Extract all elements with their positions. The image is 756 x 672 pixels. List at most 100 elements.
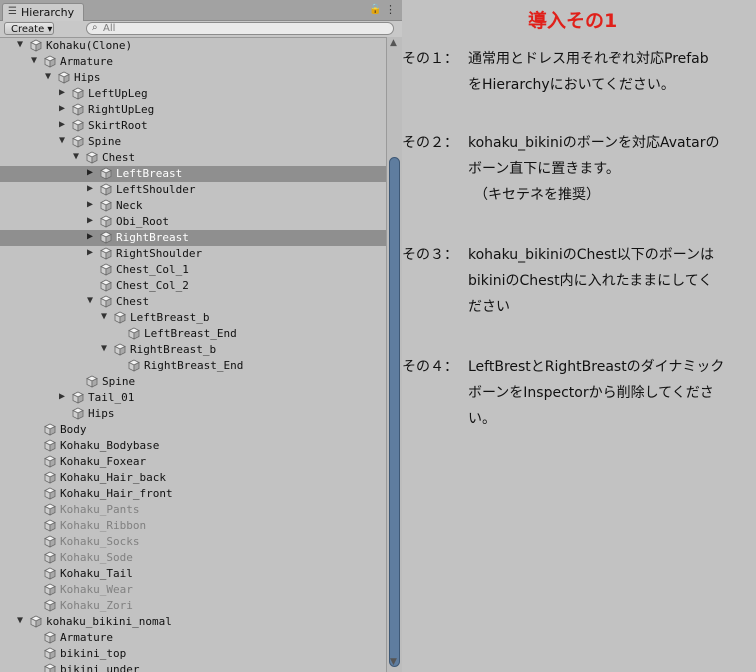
expand-down-icon[interactable]: ▼ — [45, 71, 51, 82]
gameobject-cube-icon — [100, 167, 112, 180]
hierarchy-tab-bar: ☰ Hierarchy 🔒 ⋮ — [0, 0, 402, 21]
list-icon: ☰ — [8, 6, 17, 17]
hierarchy-row[interactable]: ▶ Obi_Root — [0, 214, 386, 230]
expand-down-icon[interactable]: ▼ — [73, 151, 79, 162]
collapsed-right-icon[interactable]: ▶ — [59, 119, 65, 130]
collapsed-right-icon[interactable]: ▶ — [87, 183, 93, 194]
expand-down-icon[interactable]: ▼ — [101, 311, 107, 322]
hierarchy-row-label: Chest — [116, 295, 150, 308]
hierarchy-row[interactable]: Kohaku_Ribbon — [0, 518, 386, 534]
gameobject-cube-icon — [72, 103, 84, 116]
hierarchy-row-label: kohaku_bikini_nomal — [46, 615, 172, 628]
hierarchy-row[interactable]: ▶ LeftShoulder — [0, 182, 386, 198]
hierarchy-row[interactable]: bikini_top — [0, 646, 386, 662]
hierarchy-row[interactable]: ▼ Chest — [0, 294, 386, 310]
vertical-scrollbar[interactable]: ▲ ▼ — [386, 37, 402, 672]
gameobject-cube-icon — [72, 119, 84, 132]
hierarchy-row-label: Body — [60, 423, 87, 436]
expand-down-icon[interactable]: ▼ — [59, 135, 65, 146]
hierarchy-row[interactable]: ▼ Kohaku(Clone) — [0, 38, 386, 54]
hierarchy-row-label: Spine — [88, 135, 122, 148]
gameobject-cube-icon — [100, 231, 112, 244]
hierarchy-row-label: Kohaku(Clone) — [46, 39, 133, 52]
hierarchy-row[interactable]: Kohaku_Socks — [0, 534, 386, 550]
expand-down-icon[interactable]: ▼ — [17, 39, 23, 50]
collapsed-right-icon[interactable]: ▶ — [87, 167, 93, 178]
step-text-line: kohaku_bikiniのボーンを対応Avatarの — [468, 135, 720, 151]
gameobject-cube-icon — [44, 567, 56, 580]
hierarchy-row-label: Neck — [116, 199, 143, 212]
gameobject-cube-icon — [44, 535, 56, 548]
hierarchy-row[interactable]: ▶ LeftUpLeg — [0, 86, 386, 102]
hierarchy-row[interactable]: Kohaku_Foxear — [0, 454, 386, 470]
gameobject-cube-icon — [114, 311, 126, 324]
expand-down-icon[interactable]: ▼ — [87, 295, 93, 306]
hierarchy-row[interactable]: Kohaku_Bodybase — [0, 438, 386, 454]
expand-down-icon[interactable]: ▼ — [101, 343, 107, 354]
hierarchy-row[interactable]: ▶ SkirtRoot — [0, 118, 386, 134]
hierarchy-row-label: Armature — [60, 55, 113, 68]
hierarchy-row[interactable]: ▶ RightBreast — [0, 230, 386, 246]
gameobject-cube-icon — [86, 151, 98, 164]
gameobject-cube-icon — [72, 407, 84, 420]
collapsed-right-icon[interactable]: ▶ — [59, 103, 65, 114]
gameobject-cube-icon — [44, 55, 56, 68]
hierarchy-row[interactable]: LeftBreast_End — [0, 326, 386, 342]
hierarchy-row[interactable]: bikini_under — [0, 662, 386, 672]
gameobject-cube-icon — [100, 279, 112, 292]
hierarchy-row[interactable]: Kohaku_Hair_back — [0, 470, 386, 486]
hierarchy-row-label: Chest — [102, 151, 136, 164]
hierarchy-row[interactable]: Kohaku_Tail — [0, 566, 386, 582]
collapsed-right-icon[interactable]: ▶ — [87, 199, 93, 210]
collapsed-right-icon[interactable]: ▶ — [59, 391, 65, 402]
hierarchy-row-label: Kohaku_Hair_front — [60, 487, 173, 500]
hierarchy-row[interactable]: Chest_Col_1 — [0, 262, 386, 278]
hierarchy-tab[interactable]: ☰ Hierarchy — [2, 3, 84, 21]
hierarchy-row[interactable]: Body — [0, 422, 386, 438]
step-text-line: ボーン直下に置きます。 — [468, 161, 620, 177]
lock-icon[interactable]: 🔒 — [369, 4, 381, 15]
gameobject-cube-icon — [58, 71, 70, 84]
hierarchy-row[interactable]: ▶ RightShoulder — [0, 246, 386, 262]
hierarchy-row[interactable]: Spine — [0, 374, 386, 390]
search-placeholder: All — [103, 23, 116, 34]
gameobject-cube-icon — [44, 503, 56, 516]
expand-down-icon[interactable]: ▼ — [17, 615, 23, 626]
hierarchy-row[interactable]: ▼ Hips — [0, 70, 386, 86]
step-text-line: （キセテネを推奨） — [474, 187, 600, 203]
search-input[interactable]: ⌕ All — [86, 22, 394, 35]
hierarchy-row[interactable]: Kohaku_Pants — [0, 502, 386, 518]
hierarchy-row[interactable]: ▼ Armature — [0, 54, 386, 70]
collapsed-right-icon[interactable]: ▶ — [87, 215, 93, 226]
hierarchy-row[interactable]: ▼ LeftBreast_b — [0, 310, 386, 326]
hierarchy-row[interactable]: ▼ kohaku_bikini_nomal — [0, 614, 386, 630]
hierarchy-row[interactable]: ▼ Chest — [0, 150, 386, 166]
scrollbar-thumb[interactable] — [389, 157, 400, 667]
hierarchy-row[interactable]: Kohaku_Hair_front — [0, 486, 386, 502]
hierarchy-row[interactable]: ▼ RightBreast_b — [0, 342, 386, 358]
collapsed-right-icon[interactable]: ▶ — [59, 87, 65, 98]
hierarchy-row[interactable]: Armature — [0, 630, 386, 646]
collapsed-right-icon[interactable]: ▶ — [87, 231, 93, 242]
hierarchy-row[interactable]: ▶ Tail_01 — [0, 390, 386, 406]
hierarchy-row[interactable]: ▶ LeftBreast — [0, 166, 386, 182]
hierarchy-row[interactable]: Kohaku_Sode — [0, 550, 386, 566]
create-button[interactable]: Create ▾ — [4, 22, 54, 35]
search-icon: ⌕ — [92, 22, 98, 33]
hierarchy-row[interactable]: ▶ RightUpLeg — [0, 102, 386, 118]
hierarchy-row[interactable]: Kohaku_Wear — [0, 582, 386, 598]
collapsed-right-icon[interactable]: ▶ — [87, 247, 93, 258]
hierarchy-row[interactable]: RightBreast_End — [0, 358, 386, 374]
hierarchy-row[interactable]: ▼ Spine — [0, 134, 386, 150]
scroll-up-icon[interactable]: ▲ — [390, 38, 397, 48]
panel-menu-icon[interactable]: ⋮ — [385, 3, 396, 16]
hierarchy-row[interactable]: Chest_Col_2 — [0, 278, 386, 294]
hierarchy-row[interactable]: Hips — [0, 406, 386, 422]
hierarchy-row-label: Kohaku_Wear — [60, 583, 133, 596]
step-text-line: LeftBrestとRightBreastのダイナミック — [468, 359, 725, 375]
scroll-down-icon[interactable]: ▼ — [390, 657, 397, 667]
expand-down-icon[interactable]: ▼ — [31, 55, 37, 66]
hierarchy-row[interactable]: Kohaku_Zori — [0, 598, 386, 614]
gameobject-cube-icon — [100, 247, 112, 260]
hierarchy-row[interactable]: ▶ Neck — [0, 198, 386, 214]
